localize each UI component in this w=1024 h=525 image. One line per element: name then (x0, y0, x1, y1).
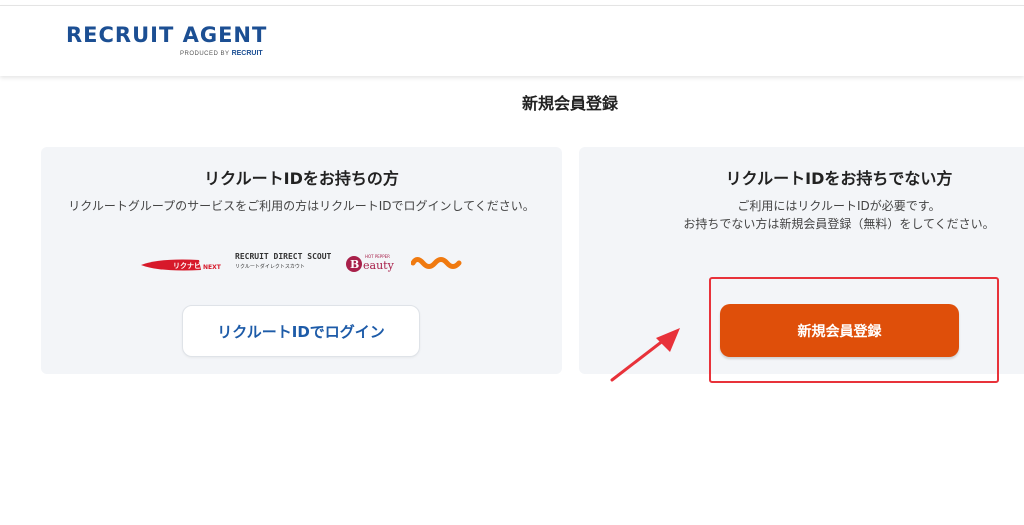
svg-text:リクナビ: リクナビ (173, 261, 201, 270)
svg-text:B: B (350, 258, 359, 271)
recruit-id-login-button[interactable]: リクルートIDでログイン (182, 305, 420, 357)
new-member-register-button[interactable]: 新規会員登録 (720, 304, 959, 357)
logo-tagline-prefix: PRODUCED BY (180, 51, 230, 57)
new-member-title: リクルートIDをお持ちでない方 (725, 169, 953, 188)
jalan-logo (411, 257, 462, 269)
svg-text:NEXT: NEXT (203, 264, 222, 271)
existing-id-card: リクルートIDをお持ちの方 リクルートグループのサービスをご利用の方はリクルート… (41, 147, 562, 374)
recruit-agent-logo[interactable]: RECRUIT AGENT PRODUCED BY RECRUIT (66, 23, 286, 63)
page-title: 新規会員登録 (521, 94, 618, 113)
hotpepper-beauty-logo: B HOT PEPPER eauty (346, 254, 395, 272)
existing-id-title: リクルートIDをお持ちの方 (204, 169, 399, 188)
rikunabi-next-logo: リクナビ NEXT (141, 259, 222, 271)
new-member-description: ご利用にはリクルートIDが必要です。 お持ちでない方は新規会員登録（無料）をして… (629, 197, 1024, 233)
logo-tagline: PRODUCED BY RECRUIT (180, 50, 263, 57)
logo-wordmark: RECRUIT AGENT (66, 23, 268, 47)
existing-id-description: リクルートグループのサービスをご利用の方はリクルートIDでログインしてください。 (68, 199, 535, 213)
site-header: RECRUIT AGENT PRODUCED BY RECRUIT (0, 6, 1024, 76)
rds-line2: リクルートダイレクトスカウト (235, 264, 305, 270)
rds-line1: RECRUIT DIRECT SCOUT (235, 252, 332, 261)
recruit-direct-scout-logo: RECRUIT DIRECT SCOUT リクルートダイレクトスカウト (235, 252, 331, 272)
logo-tagline-brand: RECRUIT (231, 50, 263, 57)
brand-logos: リクナビ NEXT RECRUIT DIRECT SCOUT リクルートダイレク… (139, 252, 469, 276)
annotation-arrow-icon (610, 328, 680, 382)
new-member-description-line1: ご利用にはリクルートIDが必要です。 (737, 199, 941, 213)
svg-text:eauty: eauty (363, 259, 395, 272)
new-member-description-line2: お持ちでない方は新規会員登録（無料）をしてください。 (683, 217, 995, 231)
